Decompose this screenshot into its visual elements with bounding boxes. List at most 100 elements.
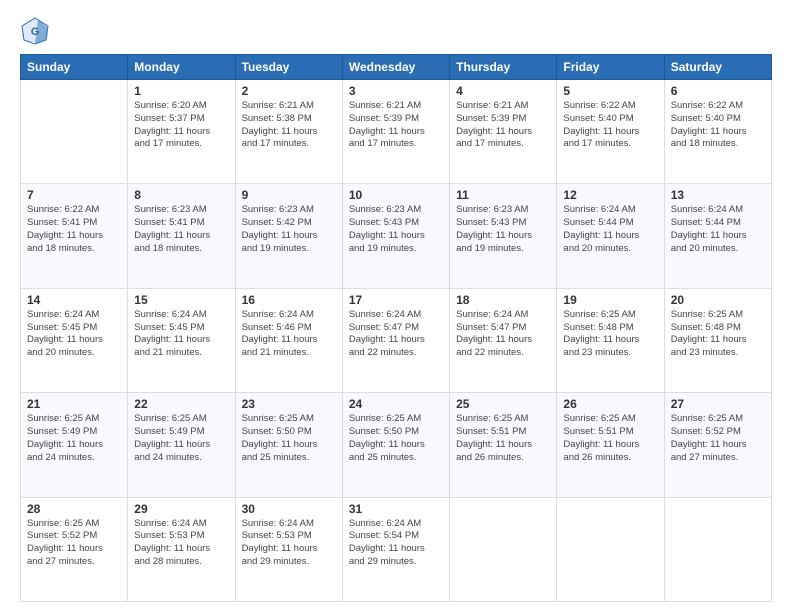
day-info: Sunrise: 6:23 AM Sunset: 5:41 PM Dayligh… — [134, 204, 228, 255]
day-number: 16 — [242, 293, 336, 307]
day-info: Sunrise: 6:24 AM Sunset: 5:54 PM Dayligh… — [349, 518, 443, 569]
logo: G — [20, 16, 54, 46]
day-cell — [664, 497, 771, 601]
day-number: 29 — [134, 502, 228, 516]
calendar-page: G SundayMondayTuesdayWednesdayThursdayFr… — [0, 0, 792, 612]
day-number: 3 — [349, 84, 443, 98]
day-cell: 24 Sunrise: 6:25 AM Sunset: 5:50 PM Dayli… — [342, 393, 449, 497]
day-info: Sunrise: 6:21 AM Sunset: 5:38 PM Dayligh… — [242, 100, 336, 151]
col-header-tuesday: Tuesday — [235, 55, 342, 80]
day-number: 19 — [563, 293, 657, 307]
day-number: 10 — [349, 188, 443, 202]
day-number: 30 — [242, 502, 336, 516]
day-cell: 20Sunrise: 6:25 AM Sunset: 5:48 PM Dayli… — [664, 288, 771, 392]
day-number: 18 — [456, 293, 550, 307]
day-info: Sunrise: 6:25 AM Sunset: 5:50 PM Dayligh… — [242, 413, 336, 464]
day-cell: 9 Sunrise: 6:23 AM Sunset: 5:42 PM Daylig… — [235, 184, 342, 288]
day-info: Sunrise: 6:20 AM Sunset: 5:37 PM Dayligh… — [134, 100, 228, 151]
day-cell: 3 Sunrise: 6:21 AM Sunset: 5:39 PM Daylig… — [342, 80, 449, 184]
week-row-1: 1 Sunrise: 6:20 AM Sunset: 5:37 PM Daylig… — [21, 80, 772, 184]
day-cell: 29 Sunrise: 6:24 AM Sunset: 5:53 PM Dayli… — [128, 497, 235, 601]
day-cell — [21, 80, 128, 184]
day-info: Sunrise: 6:21 AM Sunset: 5:39 PM Dayligh… — [349, 100, 443, 151]
col-header-wednesday: Wednesday — [342, 55, 449, 80]
day-number: 4 — [456, 84, 550, 98]
day-info: Sunrise: 6:23 AM Sunset: 5:43 PM Dayligh… — [349, 204, 443, 255]
day-cell: 14 Sunrise: 6:24 AM Sunset: 5:45 PM Dayli… — [21, 288, 128, 392]
day-number: 24 — [349, 397, 443, 411]
col-header-sunday: Sunday — [21, 55, 128, 80]
col-header-monday: Monday — [128, 55, 235, 80]
day-info: Sunrise: 6:24 AM Sunset: 5:44 PM Dayligh… — [563, 204, 657, 255]
day-number: 11 — [456, 188, 550, 202]
day-info: Sunrise: 6:25 AM Sunset: 5:51 PM Dayligh… — [456, 413, 550, 464]
day-info: Sunrise: 6:24 AM Sunset: 5:44 PM Dayligh… — [671, 204, 765, 255]
day-cell: 21Sunrise: 6:25 AM Sunset: 5:49 PM Dayli… — [21, 393, 128, 497]
day-number: 7 — [27, 188, 121, 202]
day-number: 12 — [563, 188, 657, 202]
header-row: SundayMondayTuesdayWednesdayThursdayFrid… — [21, 55, 772, 80]
day-cell: 25Sunrise: 6:25 AM Sunset: 5:51 PM Dayli… — [450, 393, 557, 497]
week-row-5: 28 Sunrise: 6:25 AM Sunset: 5:52 PM Dayli… — [21, 497, 772, 601]
day-number: 31 — [349, 502, 443, 516]
day-number: 9 — [242, 188, 336, 202]
day-cell: 10 Sunrise: 6:23 AM Sunset: 5:43 PM Dayli… — [342, 184, 449, 288]
day-info: Sunrise: 6:24 AM Sunset: 5:47 PM Dayligh… — [349, 309, 443, 360]
day-cell: 31 Sunrise: 6:24 AM Sunset: 5:54 PM Dayli… — [342, 497, 449, 601]
day-number: 17 — [349, 293, 443, 307]
day-cell: 8 Sunrise: 6:23 AM Sunset: 5:41 PM Daylig… — [128, 184, 235, 288]
day-cell: 6 Sunrise: 6:22 AM Sunset: 5:40 PM Daylig… — [664, 80, 771, 184]
day-info: Sunrise: 6:24 AM Sunset: 5:53 PM Dayligh… — [134, 518, 228, 569]
day-info: Sunrise: 6:25 AM Sunset: 5:51 PM Dayligh… — [563, 413, 657, 464]
day-cell: 27Sunrise: 6:25 AM Sunset: 5:52 PM Dayli… — [664, 393, 771, 497]
day-cell — [450, 497, 557, 601]
day-info: Sunrise: 6:24 AM Sunset: 5:45 PM Dayligh… — [134, 309, 228, 360]
day-info: Sunrise: 6:22 AM Sunset: 5:40 PM Dayligh… — [563, 100, 657, 151]
day-number: 22 — [134, 397, 228, 411]
day-info: Sunrise: 6:25 AM Sunset: 5:52 PM Dayligh… — [27, 518, 121, 569]
calendar-table: SundayMondayTuesdayWednesdayThursdayFrid… — [20, 54, 772, 602]
svg-text:G: G — [31, 26, 40, 38]
day-info: Sunrise: 6:25 AM Sunset: 5:49 PM Dayligh… — [134, 413, 228, 464]
day-cell: 30 Sunrise: 6:24 AM Sunset: 5:53 PM Dayli… — [235, 497, 342, 601]
week-row-4: 21Sunrise: 6:25 AM Sunset: 5:49 PM Dayli… — [21, 393, 772, 497]
day-number: 26 — [563, 397, 657, 411]
day-cell: 16Sunrise: 6:24 AM Sunset: 5:46 PM Dayli… — [235, 288, 342, 392]
col-header-friday: Friday — [557, 55, 664, 80]
week-row-3: 14 Sunrise: 6:24 AM Sunset: 5:45 PM Dayli… — [21, 288, 772, 392]
day-cell: 5 Sunrise: 6:22 AM Sunset: 5:40 PM Daylig… — [557, 80, 664, 184]
day-cell: 7 Sunrise: 6:22 AM Sunset: 5:41 PM Daylig… — [21, 184, 128, 288]
day-number: 1 — [134, 84, 228, 98]
day-info: Sunrise: 6:25 AM Sunset: 5:50 PM Dayligh… — [349, 413, 443, 464]
day-cell: 4 Sunrise: 6:21 AM Sunset: 5:39 PM Daylig… — [450, 80, 557, 184]
day-number: 23 — [242, 397, 336, 411]
day-cell: 26 Sunrise: 6:25 AM Sunset: 5:51 PM Dayli… — [557, 393, 664, 497]
day-cell: 19 Sunrise: 6:25 AM Sunset: 5:48 PM Dayli… — [557, 288, 664, 392]
day-number: 28 — [27, 502, 121, 516]
day-number: 13 — [671, 188, 765, 202]
day-number: 6 — [671, 84, 765, 98]
day-cell: 18Sunrise: 6:24 AM Sunset: 5:47 PM Dayli… — [450, 288, 557, 392]
day-info: Sunrise: 6:22 AM Sunset: 5:41 PM Dayligh… — [27, 204, 121, 255]
day-info: Sunrise: 6:24 AM Sunset: 5:53 PM Dayligh… — [242, 518, 336, 569]
day-info: Sunrise: 6:24 AM Sunset: 5:45 PM Dayligh… — [27, 309, 121, 360]
day-number: 5 — [563, 84, 657, 98]
day-info: Sunrise: 6:25 AM Sunset: 5:49 PM Dayligh… — [27, 413, 121, 464]
day-cell: 17 Sunrise: 6:24 AM Sunset: 5:47 PM Dayli… — [342, 288, 449, 392]
day-number: 14 — [27, 293, 121, 307]
day-info: Sunrise: 6:25 AM Sunset: 5:48 PM Dayligh… — [563, 309, 657, 360]
day-cell: 28 Sunrise: 6:25 AM Sunset: 5:52 PM Dayli… — [21, 497, 128, 601]
day-info: Sunrise: 6:23 AM Sunset: 5:42 PM Dayligh… — [242, 204, 336, 255]
logo-icon: G — [20, 16, 50, 46]
day-cell: 23 Sunrise: 6:25 AM Sunset: 5:50 PM Dayli… — [235, 393, 342, 497]
header: G — [20, 16, 772, 46]
day-number: 8 — [134, 188, 228, 202]
day-cell: 13 Sunrise: 6:24 AM Sunset: 5:44 PM Dayli… — [664, 184, 771, 288]
day-cell: 2Sunrise: 6:21 AM Sunset: 5:38 PM Daylig… — [235, 80, 342, 184]
day-cell: 12 Sunrise: 6:24 AM Sunset: 5:44 PM Dayli… — [557, 184, 664, 288]
day-cell: 22 Sunrise: 6:25 AM Sunset: 5:49 PM Dayli… — [128, 393, 235, 497]
day-info: Sunrise: 6:21 AM Sunset: 5:39 PM Dayligh… — [456, 100, 550, 151]
day-cell: 15Sunrise: 6:24 AM Sunset: 5:45 PM Dayli… — [128, 288, 235, 392]
day-info: Sunrise: 6:22 AM Sunset: 5:40 PM Dayligh… — [671, 100, 765, 151]
col-header-thursday: Thursday — [450, 55, 557, 80]
